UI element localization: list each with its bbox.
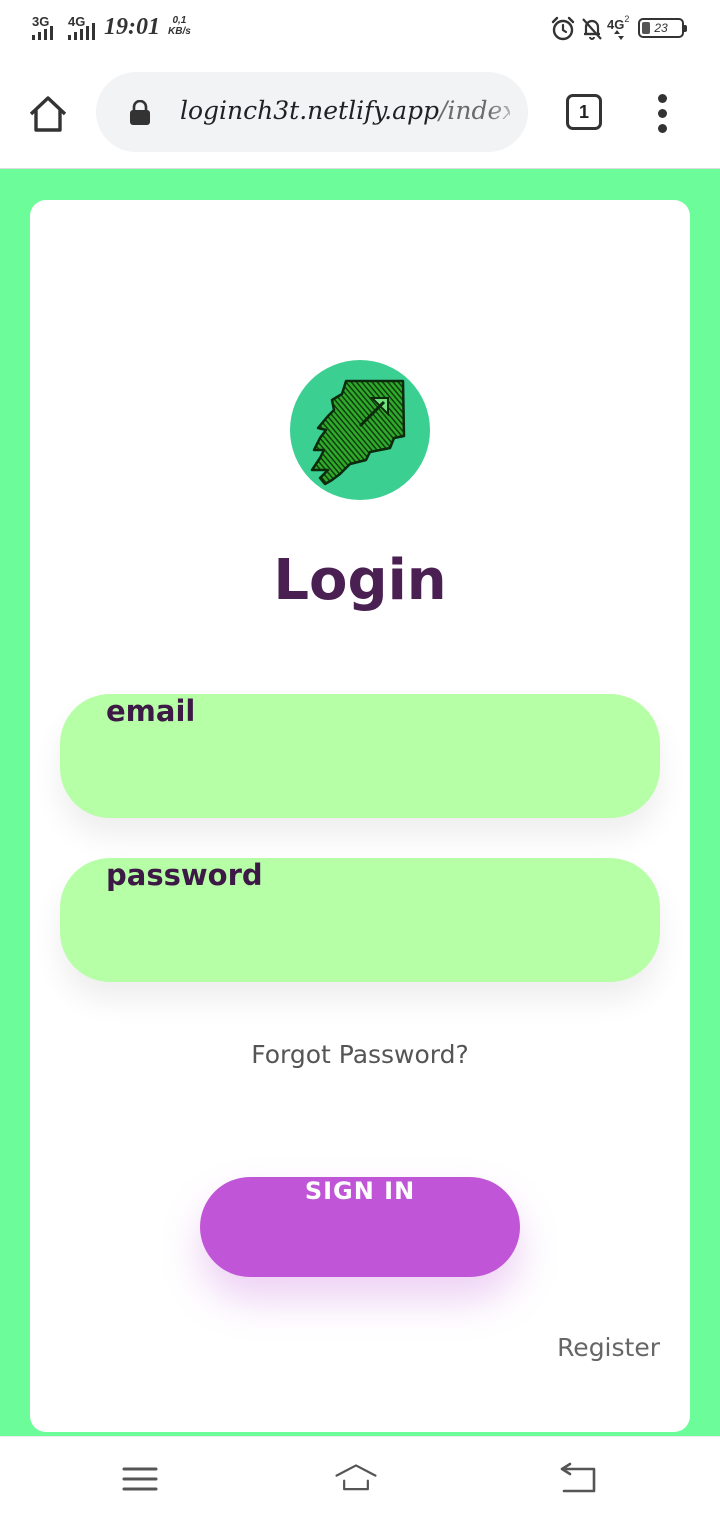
status-bar: 3G 4G 19:01 0,1 KB/s 4G2 23: [0, 0, 720, 56]
home-icon[interactable]: [334, 1459, 378, 1499]
network-label-1: 3G: [32, 14, 50, 29]
register-link[interactable]: Register: [557, 1333, 660, 1362]
email-placeholder: email: [106, 694, 196, 728]
network-speed: 0,1 KB/s: [168, 15, 191, 37]
lock-icon[interactable]: [128, 100, 152, 126]
home-icon[interactable]: [26, 92, 70, 136]
app-logo: [290, 360, 430, 500]
clock: 19:01: [104, 14, 160, 40]
forgot-password-link[interactable]: Forgot Password?: [30, 1040, 690, 1069]
password-placeholder: password: [106, 858, 263, 892]
page-background: Login email password Forgot Password? SI…: [0, 169, 720, 1436]
sim-number: 2: [624, 14, 630, 24]
email-field[interactable]: email: [60, 694, 660, 818]
speed-value: 0,1: [172, 15, 187, 26]
rocket-arrow-icon: [310, 379, 406, 486]
browser-toolbar: loginch3t.netlify.app/index.h 1: [0, 56, 720, 169]
alarm-icon: [551, 16, 575, 41]
bell-off-icon: [582, 18, 602, 40]
url-fade: [488, 72, 528, 152]
network-label-2: 4G: [68, 14, 86, 29]
password-field[interactable]: password: [60, 858, 660, 982]
login-card: Login email password Forgot Password? SI…: [30, 200, 690, 1432]
page-title: Login: [273, 548, 447, 613]
url-text[interactable]: loginch3t.netlify.app/index.h: [180, 96, 510, 125]
system-nav-bar: [0, 1436, 720, 1521]
speed-unit: KB/s: [168, 26, 191, 37]
menu-icon[interactable]: [118, 1459, 162, 1499]
signal-4g-sim2: 4G2: [607, 14, 630, 40]
battery-level: 23: [654, 21, 668, 35]
back-icon[interactable]: [556, 1459, 600, 1499]
url-domain: loginch3t.netlify.app: [180, 96, 439, 125]
battery-icon: 23: [638, 18, 687, 38]
sign-in-button[interactable]: SIGN IN: [200, 1177, 520, 1277]
url-bar[interactable]: loginch3t.netlify.app/index.h: [96, 72, 528, 152]
data-arrows-icon: [614, 30, 624, 40]
more-vert-icon[interactable]: [652, 94, 674, 134]
tab-switcher-button[interactable]: 1: [566, 94, 602, 130]
